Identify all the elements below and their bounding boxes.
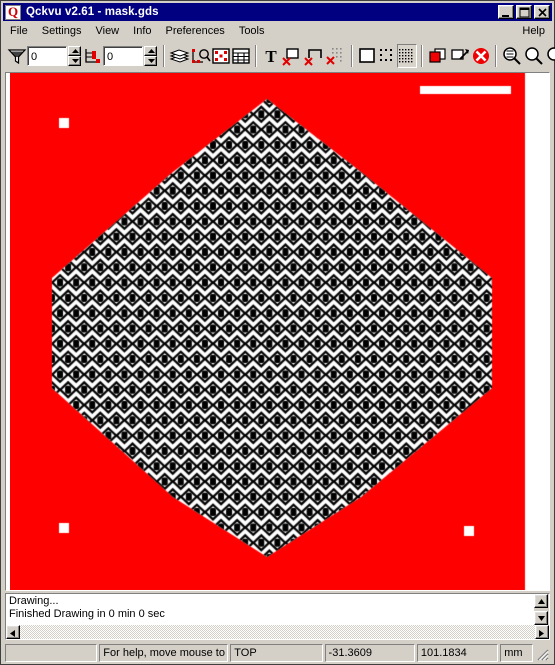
hide-dots-icon[interactable] — [325, 44, 347, 68]
scroll-left-icon[interactable] — [6, 625, 20, 639]
message-line: Finished Drawing in 0 min 0 sec — [9, 608, 165, 620]
menu-file[interactable]: File — [3, 23, 35, 40]
outline-fill-icon[interactable] — [357, 44, 377, 68]
filter-depth-input[interactable] — [27, 46, 67, 66]
scroll-down-icon[interactable] — [534, 611, 548, 625]
resize-grip-icon[interactable] — [535, 644, 550, 662]
text-icon[interactable]: T — [261, 44, 281, 68]
application-window: Qckvu v2.61 - mask.gds File Settings Vie… — [0, 0, 555, 665]
cell-browser-icon[interactable] — [190, 44, 211, 68]
hierarchy-level-spinner[interactable] — [103, 46, 157, 66]
filter-depth-spinner[interactable] — [27, 46, 81, 66]
tool-bar: T — [3, 42, 555, 70]
message-line: Drawing... — [9, 595, 59, 607]
spin-up-icon[interactable] — [68, 46, 81, 56]
hierarchy-level-spin-buttons[interactable] — [144, 46, 157, 66]
message-horizontal-scrollbar[interactable] — [6, 625, 549, 639]
spin-up-icon[interactable] — [144, 46, 157, 56]
svg-text:T: T — [265, 47, 277, 66]
menu-help[interactable]: Help — [515, 23, 552, 40]
drawing-canvas[interactable] — [6, 73, 549, 590]
message-vertical-scrollbar[interactable] — [534, 594, 549, 625]
status-view-orientation: TOP — [230, 644, 323, 662]
status-pane-empty — [5, 644, 98, 662]
hide-paths-icon[interactable] — [303, 44, 325, 68]
window-title: Qckvu v2.61 - mask.gds — [26, 6, 159, 18]
solid-fill-icon[interactable] — [397, 44, 417, 68]
copy-layer-icon[interactable] — [427, 44, 449, 68]
toolbar-separator — [255, 45, 257, 67]
toolbar-separator — [495, 45, 497, 67]
menu-info[interactable]: Info — [126, 23, 158, 40]
status-x-coordinate: -31.3609 — [324, 644, 415, 662]
menu-settings[interactable]: Settings — [35, 23, 89, 40]
gds-layout-view[interactable] — [10, 73, 529, 590]
drawing-canvas-frame[interactable] — [5, 72, 550, 591]
toolbar-separator — [163, 45, 165, 67]
cancel-icon[interactable] — [471, 44, 491, 68]
sparse-fill-icon[interactable] — [377, 44, 397, 68]
hide-boxes-icon[interactable] — [281, 44, 303, 68]
menu-view[interactable]: View — [88, 23, 126, 40]
window-controls — [498, 5, 550, 19]
menu-bar: File Settings View Info Preferences Tool… — [3, 22, 552, 41]
status-help-hint: For help, move mouse to m — [99, 644, 229, 662]
title-bar: Qckvu v2.61 - mask.gds — [3, 3, 552, 21]
hierarchy-level-input[interactable] — [103, 46, 143, 66]
scroll-right-icon[interactable] — [535, 625, 549, 639]
layer-table-icon[interactable] — [211, 44, 231, 68]
toolbar-separator — [351, 45, 353, 67]
app-icon — [5, 4, 21, 20]
scroll-track[interactable] — [20, 625, 535, 639]
message-list: Drawing... Finished Drawing in 0 min 0 s… — [9, 595, 165, 621]
menu-preferences[interactable]: Preferences — [159, 23, 232, 40]
status-bar: For help, move mouse to m TOP -31.3609 1… — [5, 644, 550, 662]
zoom-in-icon[interactable] — [501, 44, 523, 68]
hierarchy-icon[interactable] — [83, 44, 103, 68]
filter-depth-spin-buttons[interactable] — [68, 46, 81, 66]
scroll-up-icon[interactable] — [534, 594, 548, 608]
grid-table-icon[interactable] — [231, 44, 251, 68]
menu-tools[interactable]: Tools — [232, 23, 272, 40]
zoom-fit-icon[interactable] — [545, 44, 555, 68]
close-button[interactable] — [534, 5, 550, 19]
measure-icon[interactable] — [449, 44, 471, 68]
toolbar-separator — [421, 45, 423, 67]
spin-down-icon[interactable] — [144, 56, 157, 66]
spin-down-icon[interactable] — [68, 56, 81, 66]
status-units: mm — [500, 644, 533, 662]
message-pane: Drawing... Finished Drawing in 0 min 0 s… — [5, 593, 550, 640]
zoom-out-icon[interactable] — [523, 44, 545, 68]
filter-icon[interactable] — [7, 44, 27, 68]
layers-icon[interactable] — [169, 44, 190, 68]
status-y-coordinate: 101.1834 — [416, 644, 499, 662]
maximize-button[interactable] — [516, 5, 532, 19]
minimize-button[interactable] — [498, 5, 514, 19]
